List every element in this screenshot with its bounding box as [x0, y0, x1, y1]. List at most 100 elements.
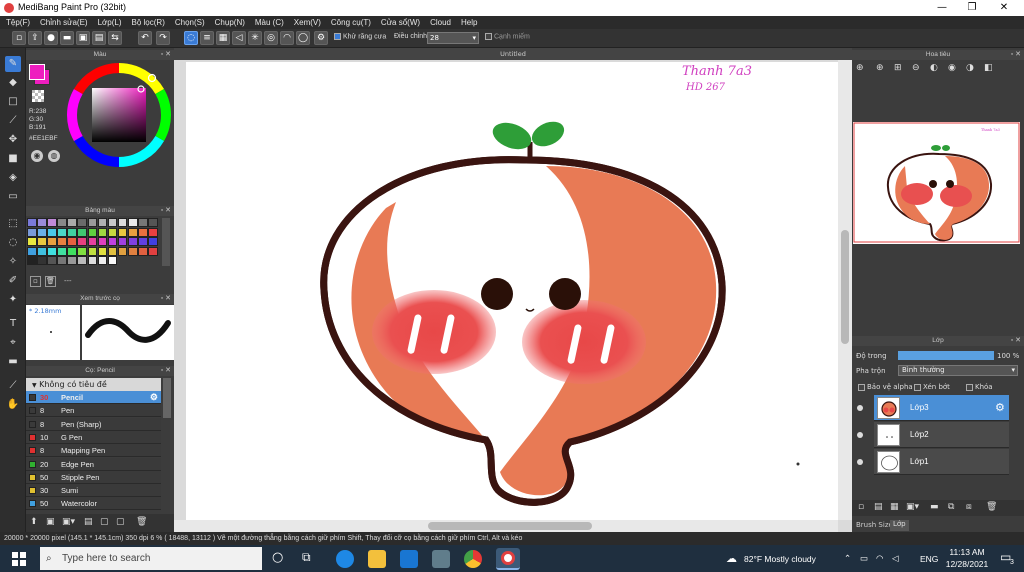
brush-export-icon[interactable]: ▢	[116, 517, 125, 527]
palette-swatch[interactable]	[148, 246, 158, 256]
share-icon[interactable]: ⇆	[108, 31, 122, 45]
new-8bit-layer-icon[interactable]: ▦	[890, 502, 899, 512]
palette-swatch[interactable]	[47, 246, 57, 256]
weather-text[interactable]: 82°F Mostly cloudy	[744, 554, 816, 564]
navigator-thumbnail[interactable]: Thanh 7a3	[853, 122, 1020, 244]
magic-wand-tool-icon[interactable]: ✧	[5, 254, 21, 270]
menu-cloud[interactable]: Cloud	[430, 16, 451, 29]
divide-tool-icon[interactable]: ▬	[5, 354, 21, 370]
language-indicator[interactable]: ENG	[920, 554, 938, 564]
palette-swatch[interactable]	[97, 218, 108, 227]
clip-checkbox[interactable]	[914, 383, 921, 391]
select-eraser-tool-icon[interactable]: ✦	[5, 292, 21, 308]
palette-swatch[interactable]	[107, 237, 118, 246]
clock-date[interactable]: 12/28/2021	[940, 559, 994, 569]
palette-swatch[interactable]	[47, 256, 57, 265]
medibang-taskbar-icon[interactable]	[496, 548, 520, 570]
color-history-icon[interactable]: ◍	[48, 150, 60, 162]
brush-row-mapping-pen[interactable]: 8 Mapping Pen	[26, 444, 161, 458]
brush-copy-icon[interactable]: ▤	[84, 517, 93, 527]
palette-swatch[interactable]	[87, 246, 98, 256]
new-layer-icon[interactable]: ▫	[858, 502, 864, 512]
maximize-button[interactable]: ❐	[960, 1, 984, 15]
brush-add-icon[interactable]: ⬆	[30, 517, 38, 527]
palette-swatch[interactable]	[138, 237, 148, 246]
close-icon[interactable]: ▫ ✕	[161, 50, 171, 60]
concentric-icon[interactable]: ◎	[264, 31, 278, 45]
brush-row-g-pen[interactable]: 10 G Pen	[26, 430, 161, 444]
antialias-toggle[interactable]: Khử răng cưa	[334, 33, 386, 40]
save-icon[interactable]: ▣	[76, 31, 90, 45]
new-folder-icon[interactable]: ▬	[930, 502, 939, 512]
protect-alpha-checkbox[interactable]	[858, 383, 865, 391]
vertical-scroll-thumb[interactable]	[841, 230, 849, 344]
palette-swatch[interactable]	[67, 256, 77, 265]
palette-swatch[interactable]	[77, 246, 88, 256]
windows-start-icon[interactable]	[12, 552, 26, 566]
edge-checkbox[interactable]	[485, 33, 492, 40]
close-icon[interactable]: ▫ ✕	[161, 294, 171, 304]
lock-toggle[interactable]: Khóa	[966, 383, 993, 391]
drawing-canvas[interactable]: Thanh 7a3 HD 267	[186, 62, 838, 520]
palette-swatch[interactable]	[117, 246, 128, 256]
palette-more[interactable]: ---	[64, 277, 72, 285]
palette-swatch[interactable]	[127, 246, 138, 256]
hatch-icon[interactable]: ≡	[200, 31, 214, 45]
zoom-in-icon[interactable]: ⊕	[876, 63, 884, 73]
chat-icon[interactable]: ●	[44, 31, 58, 45]
palette-swatch[interactable]	[77, 227, 88, 237]
vertical-scrollbar[interactable]	[838, 60, 852, 520]
palette-swatch[interactable]	[37, 256, 47, 265]
palette-swatch[interactable]	[27, 246, 37, 256]
palette-swatch[interactable]	[57, 256, 67, 265]
canvas-tab[interactable]: Untitled	[174, 48, 852, 60]
palette-swatch[interactable]	[47, 227, 57, 237]
volume-icon[interactable]: ◁	[892, 553, 899, 564]
layer-row-3[interactable]: Lớp3 ⚙	[874, 395, 1009, 421]
close-icon[interactable]: ▫ ✕	[1011, 336, 1021, 346]
wifi-icon[interactable]: ◠	[876, 553, 883, 564]
palette-swatch[interactable]	[27, 227, 37, 237]
palette-swatch[interactable]	[77, 218, 88, 227]
battery-icon[interactable]: ▭	[860, 553, 868, 564]
undo-icon[interactable]: ↶	[138, 31, 152, 45]
fill-tool-icon[interactable]: ◈	[5, 170, 21, 186]
brush-row-edge-pen[interactable]: 20 Edge Pen	[26, 457, 161, 471]
palette-swatch[interactable]	[77, 237, 88, 246]
palette-swatch[interactable]	[97, 227, 108, 237]
palette-swatch[interactable]	[97, 256, 108, 265]
palette-swatch[interactable]	[67, 227, 77, 237]
delete-layer-icon[interactable]: 🗑	[986, 502, 997, 512]
rotate-right-icon[interactable]: ◑	[966, 63, 974, 73]
layer-row-2[interactable]: Lớp2	[874, 422, 1009, 448]
palette-swatch[interactable]	[37, 246, 47, 256]
select-tool-icon[interactable]: ⬚	[5, 216, 21, 232]
brush-tool-icon[interactable]: ✎	[5, 56, 21, 72]
antialias-checkbox[interactable]	[334, 33, 341, 40]
palette-swatch[interactable]	[67, 218, 77, 227]
palette-swatch[interactable]	[87, 227, 98, 237]
perspective-icon[interactable]: ◁	[232, 31, 246, 45]
ellipse-icon[interactable]: ◯	[296, 31, 310, 45]
edge-toggle[interactable]: Cạnh miếm	[485, 33, 530, 40]
taskbar-search-input[interactable]: ⌕ Type here to search	[40, 547, 262, 570]
layer1-visibility-icon[interactable]	[857, 459, 863, 465]
select-pen-tool-icon[interactable]: ✐	[5, 273, 21, 289]
menu-filter[interactable]: Bộ lọc(R)	[132, 16, 165, 29]
task-view-icon[interactable]: ⧉	[302, 550, 311, 565]
lasso-tool-icon[interactable]: ◌	[5, 235, 21, 251]
brush-row-pen-sharp[interactable]: 8 Pen (Sharp)	[26, 417, 161, 431]
color-wheel[interactable]	[66, 62, 172, 168]
brush-new-icon[interactable]: ▣	[46, 517, 55, 527]
palette-swatch[interactable]	[47, 237, 57, 246]
close-button[interactable]: ✕	[992, 1, 1016, 15]
flip-icon[interactable]: ◧	[984, 63, 993, 73]
palette-swatch[interactable]	[127, 227, 138, 237]
grid-icon[interactable]: ▦	[216, 31, 230, 45]
pen-tool-icon[interactable]: ⟋	[5, 113, 21, 129]
add-color-icon[interactable]: ▫	[30, 276, 41, 287]
operation-tool-icon[interactable]: ⌖	[5, 335, 21, 351]
tab-layer[interactable]: Lớp	[890, 520, 909, 531]
palette-swatch[interactable]	[67, 246, 77, 256]
brush-group-header[interactable]: ▼ Không có tiêu đề	[26, 378, 161, 391]
